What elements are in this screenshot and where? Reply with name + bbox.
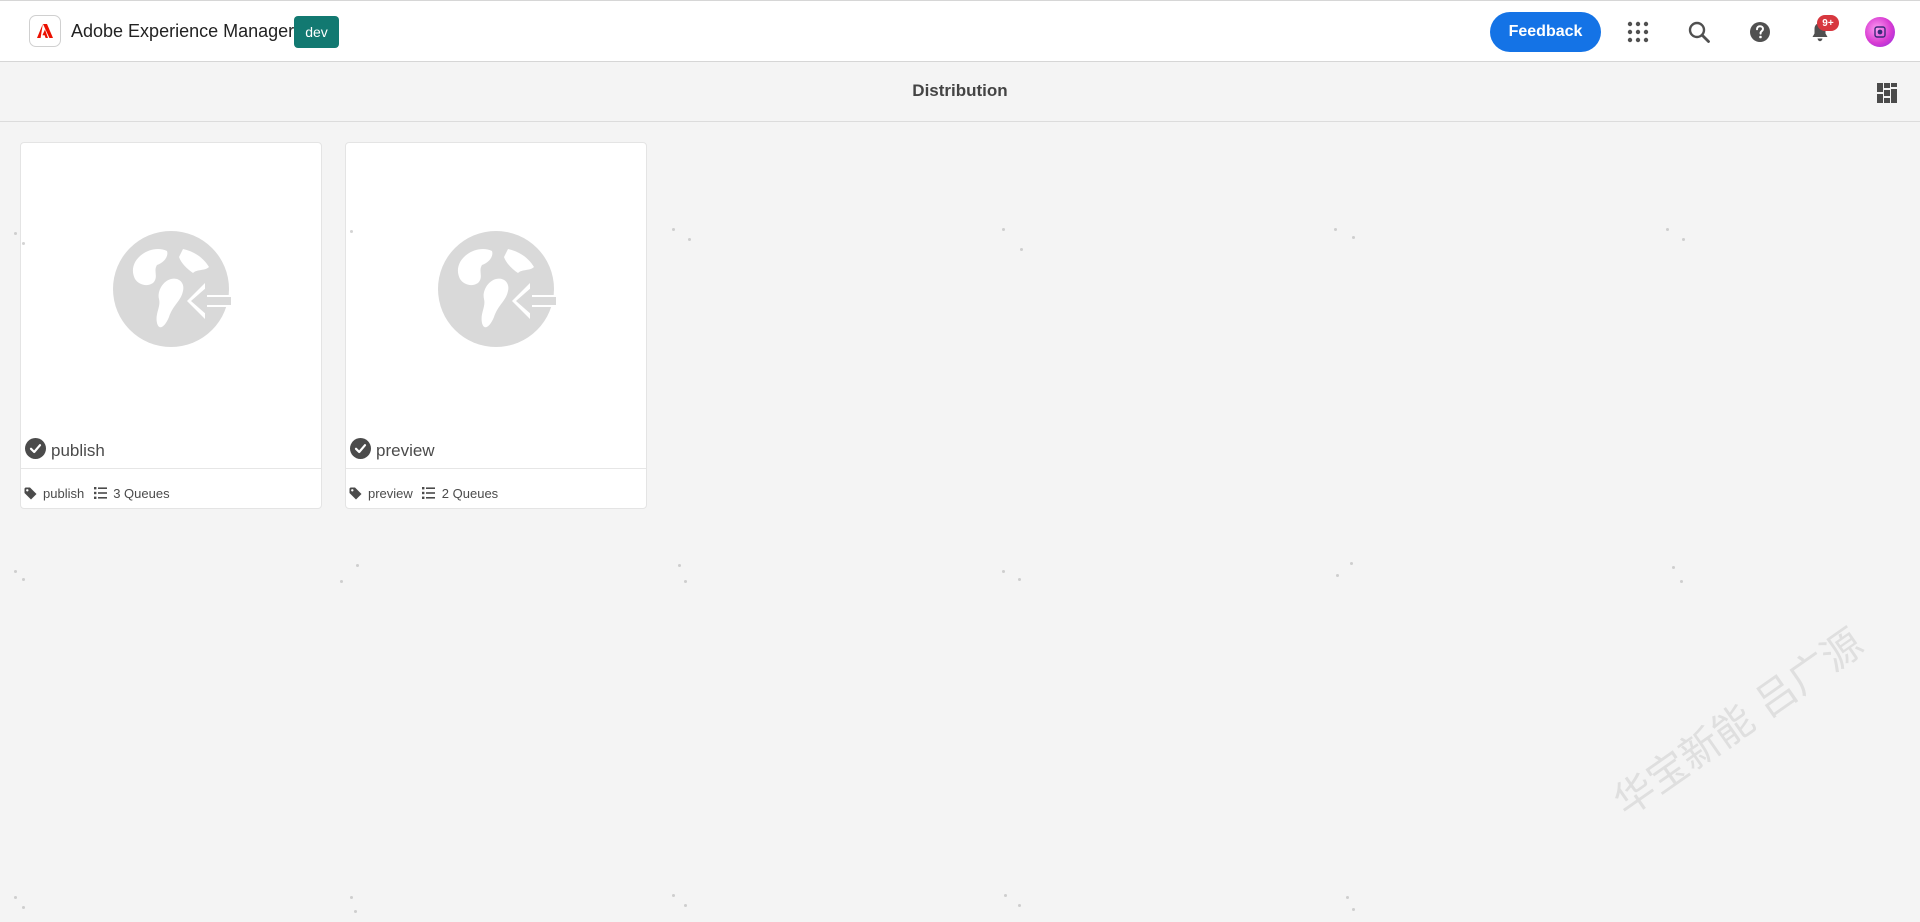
check-circle-icon[interactable]: [25, 437, 46, 459]
card-title[interactable]: preview: [376, 441, 435, 461]
check-circle-icon[interactable]: [350, 437, 371, 459]
card-meta: preview 2 Queues: [348, 484, 498, 502]
queue-count: 3 Queues: [113, 485, 170, 501]
search-icon[interactable]: [1684, 17, 1714, 47]
tag-icon: [23, 486, 37, 500]
app-name[interactable]: Adobe Experience Manager: [71, 21, 294, 42]
agent-tag: publish: [43, 485, 85, 501]
avatar[interactable]: [1865, 17, 1895, 47]
globe-arrow-icon: [346, 143, 646, 435]
card-divider: [21, 468, 321, 469]
globe-arrow-icon: [21, 143, 321, 435]
help-icon[interactable]: [1745, 17, 1775, 47]
card-title-row: preview: [350, 436, 435, 460]
queue-count: 2 Queues: [441, 485, 499, 501]
watermark: 华宝新能 吕广源: [1605, 620, 1872, 826]
title-bar: Distribution: [0, 62, 1920, 122]
adobe-logo-icon[interactable]: [29, 15, 61, 47]
card-meta: publish 3 Queues: [23, 484, 170, 502]
environment-badge: dev: [294, 16, 339, 48]
card-title[interactable]: publish: [51, 441, 105, 461]
agent-tag: preview: [368, 485, 413, 501]
card-view-icon[interactable]: [1875, 81, 1899, 105]
notification-badge: 9+: [1817, 15, 1839, 31]
page-title: Distribution: [912, 81, 1008, 100]
card-title-row: publish: [25, 436, 105, 460]
feedback-button[interactable]: Feedback: [1490, 12, 1601, 52]
card-divider: [346, 468, 646, 469]
app-grid-icon[interactable]: [1623, 17, 1653, 47]
agent-card-preview[interactable]: preview preview 2 Queues: [345, 142, 647, 509]
list-icon: [422, 486, 436, 500]
list-icon: [93, 486, 107, 500]
agent-card-publish[interactable]: publish publish 3 Queues: [20, 142, 322, 509]
tag-icon: [348, 486, 362, 500]
global-header: Adobe Experience Manager dev Feedback 9+: [0, 0, 1920, 62]
